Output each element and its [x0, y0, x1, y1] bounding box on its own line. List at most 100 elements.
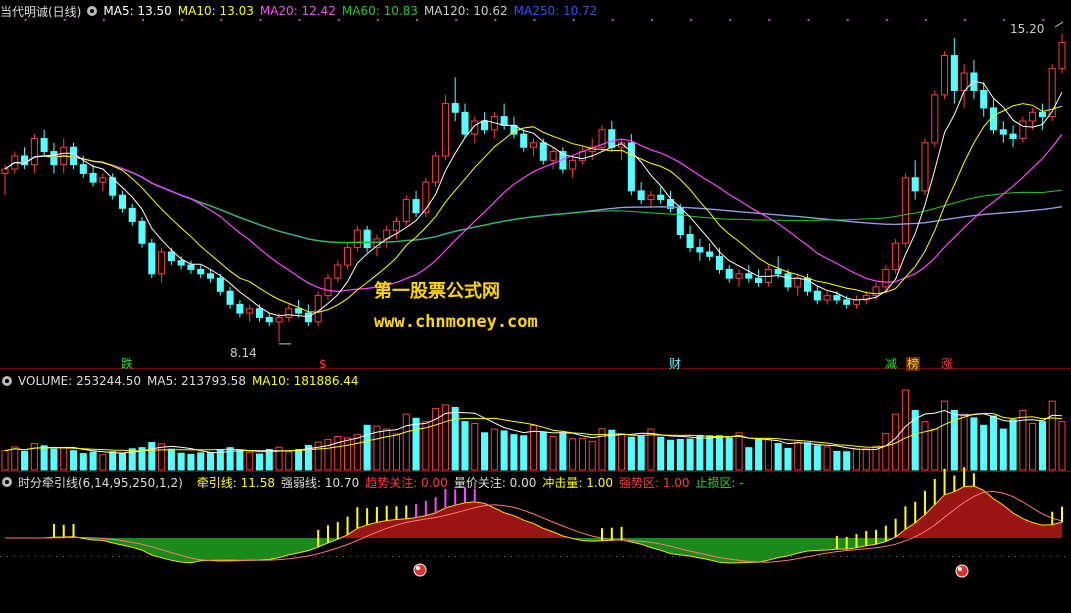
top-dot-marker [337, 19, 340, 21]
watermark-url: www.chnmoney.com [374, 312, 538, 332]
volume-bar [402, 413, 410, 471]
candle-body [706, 251, 714, 257]
indicator-dot [1029, 556, 1030, 557]
event-marker-jian[interactable]: 减 [884, 357, 898, 371]
candle-body [285, 308, 293, 318]
candle-body [520, 133, 528, 148]
volume-bar [970, 417, 978, 471]
indicator-dot [476, 556, 477, 557]
indicator-dot [861, 556, 862, 557]
volume-bar [187, 453, 195, 471]
event-marker-die[interactable]: 跌 [120, 357, 134, 371]
indicator-dot [840, 556, 841, 557]
indicator-dot [798, 556, 799, 557]
candle-body [980, 89, 988, 109]
volume-bar [794, 441, 802, 471]
candle-body [118, 194, 126, 209]
candle-body [363, 229, 371, 249]
indicator-dot [532, 556, 533, 557]
indicator-dot [399, 556, 400, 557]
volume-bar [60, 447, 68, 471]
indicator-dot [581, 556, 582, 557]
indicator-dot [455, 556, 456, 557]
top-dot-marker [259, 19, 262, 21]
volume-bar [1, 450, 9, 471]
volume-bar [657, 436, 665, 471]
indicator-dot [917, 556, 918, 557]
indicator-dot [973, 556, 974, 557]
candle-body [529, 142, 538, 148]
candle-body [353, 229, 361, 249]
candle-body [960, 72, 968, 91]
candle-body [1, 168, 9, 174]
indicator-dot [854, 556, 855, 557]
indicator-dot [497, 556, 498, 557]
indicator-dot [0, 556, 1, 557]
top-dot-marker [142, 19, 145, 21]
top-dot-marker [181, 19, 184, 21]
volume-bar [989, 415, 998, 471]
event-marker-dollar[interactable]: $ [318, 357, 328, 371]
top-dot-marker [690, 19, 693, 21]
event-marker-bang[interactable]: 榜 [906, 357, 921, 371]
candle-body [676, 207, 684, 236]
indicator-dot [434, 556, 435, 557]
candle-body [461, 111, 469, 135]
indicator-dot [616, 556, 617, 557]
volume-bar [706, 435, 714, 471]
indicator-dot [518, 556, 519, 557]
indicator-dot [329, 556, 330, 557]
indicator-dot [574, 556, 575, 557]
indicator-dot [644, 556, 645, 557]
indicator-dot [42, 556, 43, 557]
indicator-dot [70, 556, 71, 557]
indicator-dot [483, 556, 484, 557]
indicator-dot [287, 556, 288, 557]
indicator-dot [994, 556, 995, 557]
top-dot-marker [885, 19, 888, 21]
volume-bar [285, 450, 293, 471]
indicator-dot [322, 556, 323, 557]
volume-bar [539, 431, 547, 471]
candle-body [1038, 111, 1046, 118]
volume-bar [735, 432, 743, 471]
top-dot-marker [729, 19, 732, 21]
indicator-dot [1008, 556, 1009, 557]
top-dot-marker [1042, 19, 1045, 21]
indicator-dot [630, 556, 631, 557]
candle-body [823, 295, 831, 301]
event-marker-zhang[interactable]: 涨 [940, 357, 954, 371]
candle-body [774, 268, 782, 275]
volume-bar [79, 453, 87, 471]
candle-body [432, 155, 440, 183]
indicator-dot [469, 556, 470, 557]
candle-body [275, 316, 283, 323]
indicator-dot [1057, 556, 1058, 557]
indicator-dot [504, 556, 505, 557]
candle-body [40, 137, 48, 153]
volume-bar [980, 424, 988, 471]
candle-body [989, 107, 998, 131]
volume-bar [1038, 421, 1046, 471]
indicator-dot [392, 556, 393, 557]
indicator-dot [1036, 556, 1037, 557]
indicator-dot [959, 556, 960, 557]
volume-bar [774, 443, 782, 471]
top-dot-marker [220, 19, 223, 21]
event-marker-cai[interactable]: 财 [668, 357, 682, 371]
candle-body [295, 308, 303, 314]
indicator-dot [623, 556, 624, 557]
candle-body [89, 172, 97, 183]
top-dot-marker [24, 19, 27, 21]
volume-bar [862, 448, 870, 471]
volume-bar [109, 451, 117, 471]
candle-body [833, 295, 841, 301]
candle-body [422, 181, 430, 214]
indicator-dot [77, 556, 78, 557]
stock-chart[interactable] [0, 0, 1071, 613]
candle-body [999, 129, 1007, 135]
candle-body [813, 290, 821, 301]
volume-bar [99, 454, 107, 471]
volume-bar [510, 434, 518, 471]
volume-bar [931, 428, 939, 471]
